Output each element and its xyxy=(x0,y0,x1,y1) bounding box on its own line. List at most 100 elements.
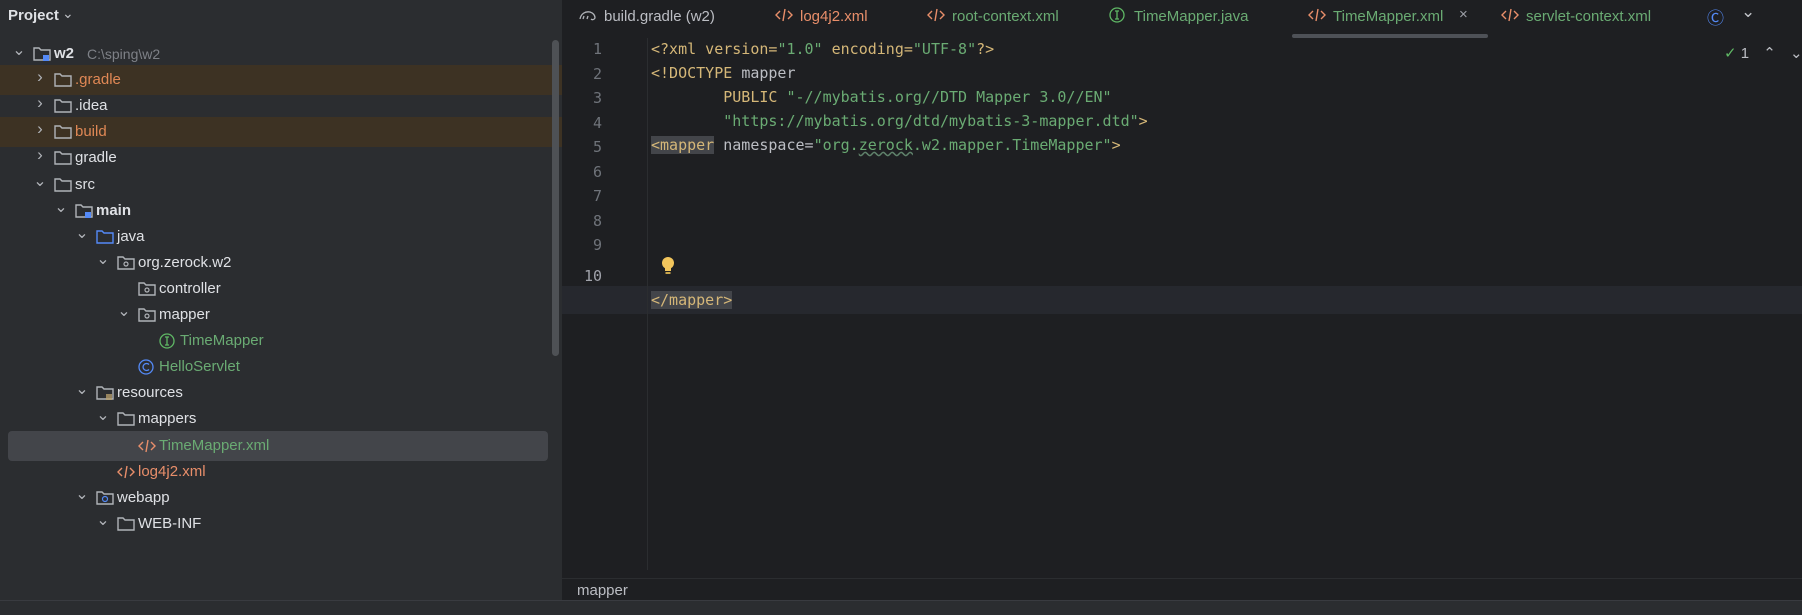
xml-file-icon xyxy=(137,437,157,455)
web-folder-icon xyxy=(95,489,115,507)
gradle-icon xyxy=(578,6,598,28)
code-line-2[interactable]: <!DOCTYPE mapper xyxy=(651,64,796,82)
module-folder-icon xyxy=(74,202,94,220)
project-title[interactable]: Project xyxy=(8,7,59,24)
line-gutter: 1 2 3 4 5 6 7 8 9 10 xyxy=(562,38,648,578)
package-icon xyxy=(116,254,136,272)
tree-item-label: java xyxy=(117,227,145,245)
xml-file-icon xyxy=(1500,6,1520,28)
tab-label: root-context.xml xyxy=(952,8,1059,25)
tree-item-label: .gradle xyxy=(75,71,121,89)
xml-file-icon xyxy=(926,6,946,28)
chevron-right-icon[interactable]: › xyxy=(33,93,47,113)
tab-label: servlet-context.xml xyxy=(1526,8,1652,25)
folder-icon xyxy=(53,123,73,141)
project-tool-window: Project ⌄ ⌄ w2 C:\sping\w2 › .gradle › .idea › b… xyxy=(0,0,562,600)
inspection-count: 1 xyxy=(1740,45,1750,62)
chevron-down-icon[interactable]: ⌄ xyxy=(62,5,74,22)
package-icon xyxy=(137,280,157,298)
breadcrumb-bar: mapper xyxy=(562,578,1802,601)
chevron-down-icon[interactable]: ⌄ xyxy=(75,484,89,504)
code-line-4[interactable]: "https://mybatis.org/dtd/mybatis-3-mappe… xyxy=(651,112,1148,130)
tree-item-mappers[interactable]: ⌄ mappers xyxy=(0,404,562,434)
class-icon xyxy=(137,358,157,376)
chevron-right-icon[interactable]: › xyxy=(33,145,47,165)
code-token: PUBLIC xyxy=(651,88,787,106)
code-token: </mapper> xyxy=(651,291,733,309)
interface-icon xyxy=(1108,6,1128,28)
class-icon[interactable]: Ⓒ xyxy=(1707,4,1724,29)
chevron-down-icon[interactable]: ⌄ xyxy=(75,379,89,399)
module-folder-icon xyxy=(32,45,52,63)
code-token: > xyxy=(1138,112,1148,130)
chevron-down-icon[interactable]: ⌄ xyxy=(12,40,26,60)
tab-label: log4j2.xml xyxy=(800,8,868,25)
code-token: <!DOCTYPE xyxy=(651,64,742,82)
tree-scrollbar[interactable] xyxy=(552,40,559,356)
chevron-down-icon[interactable]: ⌄ xyxy=(75,223,89,243)
line-number: 6 xyxy=(592,162,602,181)
chevron-down-icon[interactable]: ⌄ xyxy=(117,301,131,321)
current-line-highlight xyxy=(562,286,1802,314)
tab-label: build.gradle (w2) xyxy=(604,8,715,25)
inspection-widget[interactable]: ✓ 1 ⌃ ⌄ xyxy=(1724,44,1802,62)
chevron-right-icon[interactable]: › xyxy=(33,67,47,87)
tree-item-label: log4j2.xml xyxy=(138,462,206,480)
folder-icon xyxy=(53,71,73,89)
chevron-down-icon[interactable]: ⌄ xyxy=(33,171,47,191)
line-number: 9 xyxy=(592,236,602,254)
code-line-10[interactable]: </mapper> xyxy=(651,291,733,309)
chevron-down-icon[interactable]: ⌄ xyxy=(1790,45,1802,62)
code-token: encoding= xyxy=(822,40,913,58)
chevron-down-icon[interactable]: ⌄ xyxy=(96,510,110,530)
lightbulb-icon[interactable] xyxy=(661,256,675,276)
tree-item-label: org.zerock.w2 xyxy=(138,253,232,271)
chevron-down-icon[interactable]: ⌄ xyxy=(54,197,68,217)
chevron-down-icon[interactable]: ⌄ xyxy=(96,249,110,269)
close-icon[interactable]: × xyxy=(1459,6,1468,23)
tree-item-label: resources xyxy=(117,384,183,402)
source-folder-icon xyxy=(95,228,115,246)
tree-item-label: gradle xyxy=(75,149,117,167)
tree-item-label: main xyxy=(96,201,132,219)
chevron-up-icon[interactable]: ⌃ xyxy=(1763,45,1776,62)
project-path: C:\sping\w2 xyxy=(87,46,161,62)
code-token: "org. xyxy=(813,136,859,154)
code-line-1[interactable]: <?xml version="1.0" encoding="UTF-8"?> xyxy=(651,40,994,58)
editor-tab-bar: build.gradle (w2) log4j2.xml root-context.… xyxy=(562,0,1802,38)
breadcrumb[interactable]: mapper xyxy=(577,582,628,599)
package-icon xyxy=(137,306,157,324)
tree-item-label: src xyxy=(75,175,95,193)
tree-item-web-inf[interactable]: ⌄ WEB-INF xyxy=(0,509,562,539)
code-token: zerock xyxy=(858,136,913,154)
tree-item-label: mapper xyxy=(159,306,210,323)
project-header: Project ⌄ xyxy=(0,0,562,32)
checkmark-icon: ✓ xyxy=(1724,45,1737,62)
tree-item-label: WEB-INF xyxy=(138,514,202,532)
code-token: > xyxy=(1111,136,1121,154)
folder-icon xyxy=(53,176,73,194)
xml-file-icon xyxy=(774,6,794,28)
line-number: 10 xyxy=(583,266,602,285)
code-line-5[interactable]: <mapper namespace="org.zerock.w2.mapper.… xyxy=(651,136,1121,154)
code-token: ?> xyxy=(976,40,995,58)
code-token: <?xml version= xyxy=(651,40,778,58)
tree-item-label: HelloServlet xyxy=(159,358,240,376)
chevron-right-icon[interactable]: › xyxy=(33,119,47,139)
code-token: <mapper xyxy=(651,136,715,154)
chevron-down-icon[interactable]: ⌄ xyxy=(1741,2,1755,22)
active-tab-indicator xyxy=(1292,34,1488,38)
code-token: "1.0" xyxy=(777,40,823,58)
line-number: 7 xyxy=(592,187,602,205)
line-number: 1 xyxy=(592,40,602,58)
code-token: "-//mybatis.org//DTD Mapper 3.0//EN" xyxy=(786,88,1112,106)
line-number: 3 xyxy=(592,89,602,107)
tree-item-label: TimeMapper xyxy=(180,332,264,350)
code-line-3[interactable]: PUBLIC "-//mybatis.org//DTD Mapper 3.0//… xyxy=(651,88,1112,106)
code-token: .w2.mapper.TimeMapper" xyxy=(912,136,1112,154)
tab-label: TimeMapper.java xyxy=(1134,8,1249,25)
xml-file-icon xyxy=(116,463,136,481)
status-bar xyxy=(0,600,1802,615)
chevron-down-icon[interactable]: ⌄ xyxy=(96,405,110,425)
